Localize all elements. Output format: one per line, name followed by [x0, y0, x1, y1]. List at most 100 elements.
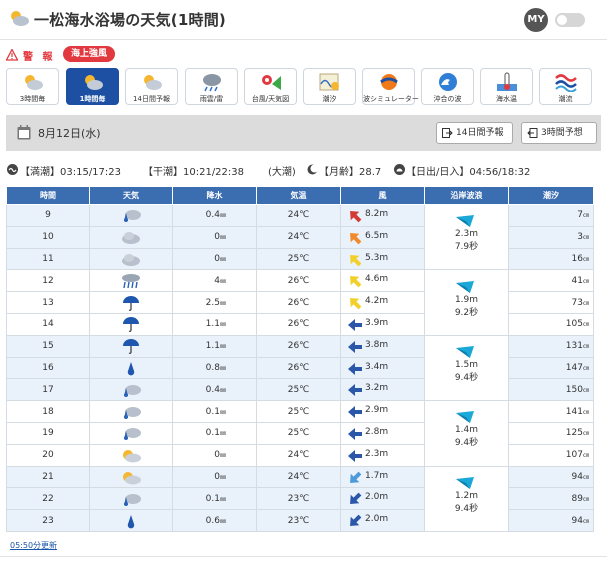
wind-speed: 4.2m: [365, 296, 389, 307]
weather-cell: [89, 443, 173, 467]
tab-8[interactable]: 海水温: [480, 68, 533, 105]
tab-label: 台風/天気図: [251, 95, 290, 103]
wind-arrow-icon: [348, 384, 362, 397]
precip-unit: ㎜: [219, 430, 226, 438]
my-toggle[interactable]: [555, 13, 585, 27]
precip-cell: 0㎜: [172, 225, 257, 249]
tide-unit: ㎝: [582, 452, 589, 460]
precip-unit: ㎜: [219, 517, 226, 525]
warning-badge[interactable]: 海上強風: [63, 46, 116, 62]
hour-cell: 15: [6, 334, 90, 358]
wind-cell: 2.0m: [340, 487, 425, 511]
wave-height: 2.3m: [454, 229, 479, 240]
wind-speed: 6.5m: [365, 230, 389, 241]
update-time-link[interactable]: 05:50分更新: [10, 540, 57, 551]
3hour-forecast-button[interactable]: 3時間予想: [521, 122, 597, 144]
sun-cloud-icon: [123, 450, 141, 463]
tide-value: 94: [571, 515, 583, 526]
wave-period: 9.4秒: [454, 438, 479, 449]
tide-value: 89: [571, 493, 583, 504]
calendar-icon: [17, 125, 31, 140]
tide-value: 150: [565, 384, 583, 395]
header-hour: 時間: [6, 186, 90, 205]
header-tide: 潮汐: [508, 186, 594, 205]
forecast-tabs: 3時間毎 1時間毎 14日間予報 雨雲/雷 台風/天気図 潮汐 波シミュレーター 沖合の波 海水…: [6, 68, 601, 106]
tab-label: 潮汐: [322, 95, 337, 103]
weather-cell: [89, 269, 173, 293]
rain-cloud-icon: [124, 406, 141, 419]
tide-value: 41: [571, 275, 583, 286]
sun-cloud-icon: [11, 11, 29, 26]
wind-cell: 1.7m: [340, 465, 425, 489]
wave-height: 1.2m: [454, 490, 479, 501]
header-weather: 天気: [89, 186, 173, 205]
precip-value: 0.1: [205, 406, 220, 417]
precip-cell: 2.5㎜: [172, 291, 257, 314]
precip-unit: ㎜: [219, 386, 226, 394]
wave-cell: 1.4m 9.4秒: [424, 400, 509, 467]
tide-cell: 125㎝: [508, 421, 594, 445]
rain-cloud-icon: [124, 384, 141, 397]
precip-value: 0.4: [205, 384, 220, 395]
wave-arrow-icon: [455, 280, 474, 293]
tab-3[interactable]: 雨雲/雷: [185, 68, 238, 105]
tide-value: 105: [565, 319, 583, 330]
umbrella-icon: [123, 317, 139, 333]
tab-5[interactable]: 潮汐: [303, 68, 356, 105]
wave-cell: 1.9m 9.2秒: [424, 269, 509, 336]
tab-label: 沖合の波: [433, 95, 462, 103]
wind-cell: 3.9m: [340, 312, 425, 336]
tab-6[interactable]: 波シミュレーター: [362, 68, 419, 105]
tab-7[interactable]: 沖合の波: [421, 68, 474, 105]
typhoon-map-icon: [262, 75, 281, 90]
tide-cell: 3㎝: [508, 225, 594, 249]
wind-cell: 4.6m: [340, 269, 425, 293]
heavy-rain-icon: [122, 273, 140, 288]
tab-2[interactable]: 14日間予報: [125, 68, 178, 105]
table-header-row: 時間 天気 降水 気温 風 沿岸波浪 潮汐: [6, 186, 594, 205]
weather-cell: [89, 465, 173, 489]
hour-cell: 18: [6, 400, 90, 423]
sun-cloud-icon: [25, 75, 43, 90]
moon-icon: [307, 164, 318, 175]
precip-cell: 0.6㎜: [172, 509, 257, 532]
header-precip: 降水: [172, 186, 257, 205]
tab-4[interactable]: 台風/天気図: [244, 68, 297, 105]
my-button[interactable]: MY: [524, 8, 548, 32]
wave-period: 9.4秒: [454, 372, 479, 383]
tab-1[interactable]: 1時間毎: [66, 68, 119, 105]
precip-unit: ㎜: [219, 255, 226, 263]
tide-cell: 16㎝: [508, 247, 594, 271]
sea-temperature-icon: [497, 72, 517, 91]
wave-ball-icon: [380, 74, 398, 90]
table-row: 18 0.1㎜ 25℃ 2.9m 1.4m 9.4秒 141㎝: [6, 400, 594, 467]
tide-value: 107: [565, 450, 583, 461]
wind-speed: 8.2m: [365, 209, 389, 219]
umbrella-icon: [123, 295, 139, 311]
umbrella-icon: [123, 339, 139, 355]
weather-cell: [89, 378, 173, 402]
wind-cell: 3.4m: [340, 356, 425, 380]
wave-cell: 1.5m 9.4秒: [424, 334, 509, 402]
table-row: 15 1.1㎜ 26℃ 3.8m 1.5m 9.4秒 131㎝: [6, 334, 594, 402]
weather-cell: [89, 487, 173, 511]
table-row: 21 0㎜ 24℃ 1.7m 1.2m 9.4秒 94㎝: [6, 465, 594, 532]
warning-icon: [6, 49, 18, 61]
wind-cell: 8.2m: [340, 204, 425, 227]
toggle-knob: [557, 15, 567, 25]
tide-value: 94: [571, 471, 583, 482]
tide-value: 141: [565, 406, 583, 417]
hour-cell: 21: [6, 465, 90, 489]
arrow-out-icon: [527, 128, 538, 138]
14day-forecast-button[interactable]: 14日間予報: [436, 122, 513, 144]
wave-period: 7.9秒: [454, 242, 479, 253]
tab-0[interactable]: 3時間毎: [6, 68, 59, 105]
tide-cell: 141㎝: [508, 400, 594, 423]
temp-cell: 25℃: [256, 247, 341, 271]
tide-unit: ㎝: [582, 473, 589, 481]
wind-speed: 2.0m: [365, 514, 389, 525]
tab-9[interactable]: 潮流: [539, 68, 592, 105]
precip-cell: 0㎜: [172, 465, 257, 489]
tide-cell: 131㎝: [508, 334, 594, 358]
hour-cell: 17: [6, 378, 90, 402]
